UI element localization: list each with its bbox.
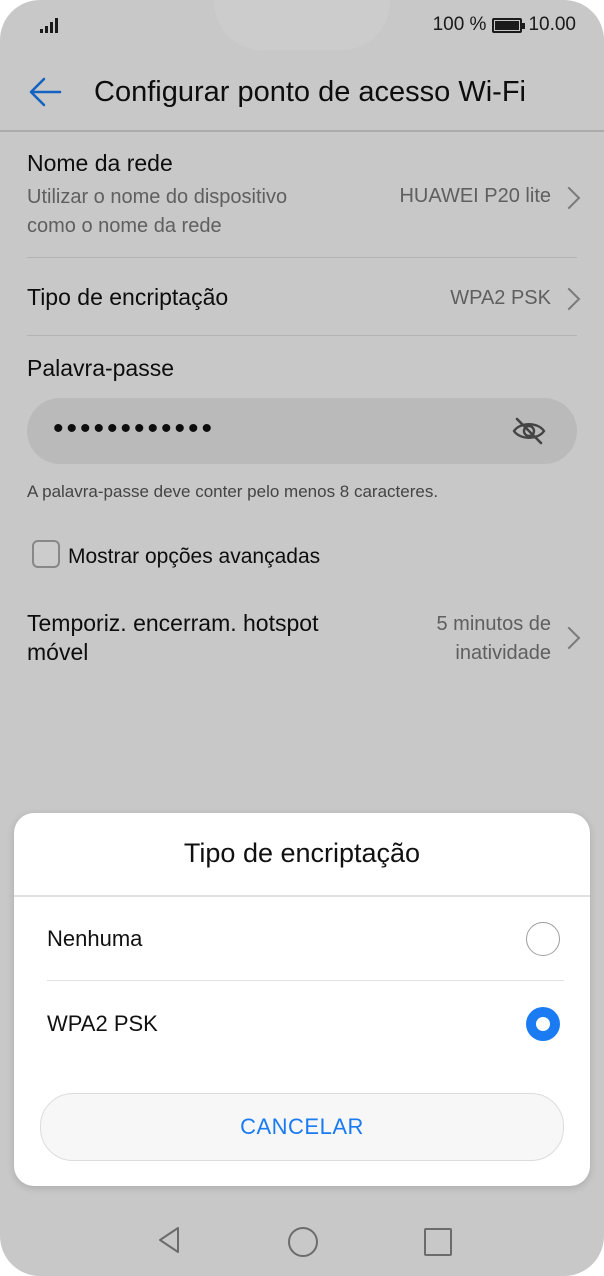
dialog-title: Tipo de encriptação <box>183 838 421 868</box>
option-label: WPA2 PSK <box>47 1011 158 1036</box>
radio-selected-icon[interactable] <box>526 1007 560 1041</box>
encryption-dialog: Tipo de encriptação Nenhuma WPA2 PSK CAN… <box>14 813 590 1186</box>
radio-unselected-icon[interactable] <box>526 922 560 956</box>
option-divider <box>47 980 564 981</box>
phone-screen: 100 % 10.00 Configurar ponto de acesso W… <box>0 0 604 1276</box>
option-label: Nenhuma <box>47 926 143 951</box>
cancel-button[interactable]: CANCELAR <box>40 1093 564 1161</box>
dialog-divider <box>14 895 590 897</box>
